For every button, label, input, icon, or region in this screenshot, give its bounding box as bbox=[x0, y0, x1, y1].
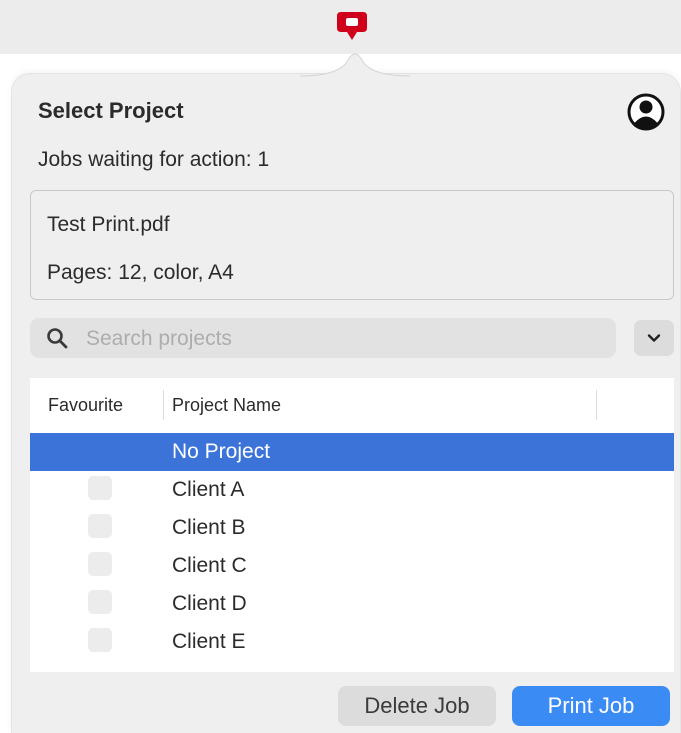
jobs-waiting-label: Jobs waiting for action: 1 bbox=[38, 148, 270, 171]
screen: Select Project Jobs waiting for action: … bbox=[0, 0, 681, 733]
job-info-box: Test Print.pdf Pages: 12, color, A4 bbox=[30, 190, 674, 300]
favourite-checkbox[interactable] bbox=[88, 514, 112, 538]
menubar bbox=[0, 0, 681, 54]
favourite-checkbox[interactable] bbox=[88, 628, 112, 652]
column-header-favourite[interactable]: Favourite bbox=[48, 395, 123, 416]
column-divider bbox=[163, 390, 164, 420]
project-name-cell: Client B bbox=[172, 516, 246, 539]
project-name-cell: Client D bbox=[172, 592, 247, 615]
account-circle-icon[interactable] bbox=[626, 92, 666, 132]
table-row[interactable]: Client E bbox=[30, 623, 674, 661]
favourite-checkbox[interactable] bbox=[88, 476, 112, 500]
table-row[interactable]: Client C bbox=[30, 547, 674, 585]
delete-job-button[interactable]: Delete Job bbox=[338, 686, 496, 726]
table-row[interactable]: Client B bbox=[30, 509, 674, 547]
search-icon bbox=[47, 328, 68, 349]
project-name-cell: Client C bbox=[172, 554, 247, 577]
table-header: Favourite Project Name bbox=[30, 378, 674, 432]
search-field[interactable] bbox=[30, 318, 616, 360]
job-details: Pages: 12, color, A4 bbox=[47, 261, 234, 284]
column-header-project-name[interactable]: Project Name bbox=[172, 395, 281, 416]
project-name-cell: No Project bbox=[172, 440, 271, 463]
column-divider bbox=[596, 390, 597, 420]
q-logo-icon[interactable] bbox=[335, 10, 369, 42]
chevron-down-icon bbox=[647, 334, 661, 342]
print-job-button[interactable]: Print Job bbox=[512, 686, 670, 726]
table-row[interactable]: Client A bbox=[30, 471, 674, 509]
filter-dropdown-button[interactable] bbox=[634, 320, 674, 356]
projects-table: Favourite Project Name No Project Client… bbox=[30, 378, 674, 672]
search-input[interactable] bbox=[84, 318, 608, 360]
project-name-cell: Client A bbox=[172, 478, 245, 501]
project-name-cell: Client E bbox=[172, 630, 246, 653]
job-file-name: Test Print.pdf bbox=[47, 213, 170, 236]
popover-arrow bbox=[300, 53, 410, 78]
page-title: Select Project bbox=[38, 98, 184, 123]
table-row[interactable]: Client D bbox=[30, 585, 674, 623]
favourite-checkbox[interactable] bbox=[88, 590, 112, 614]
table-row[interactable]: No Project bbox=[30, 433, 674, 471]
favourite-checkbox[interactable] bbox=[88, 552, 112, 576]
